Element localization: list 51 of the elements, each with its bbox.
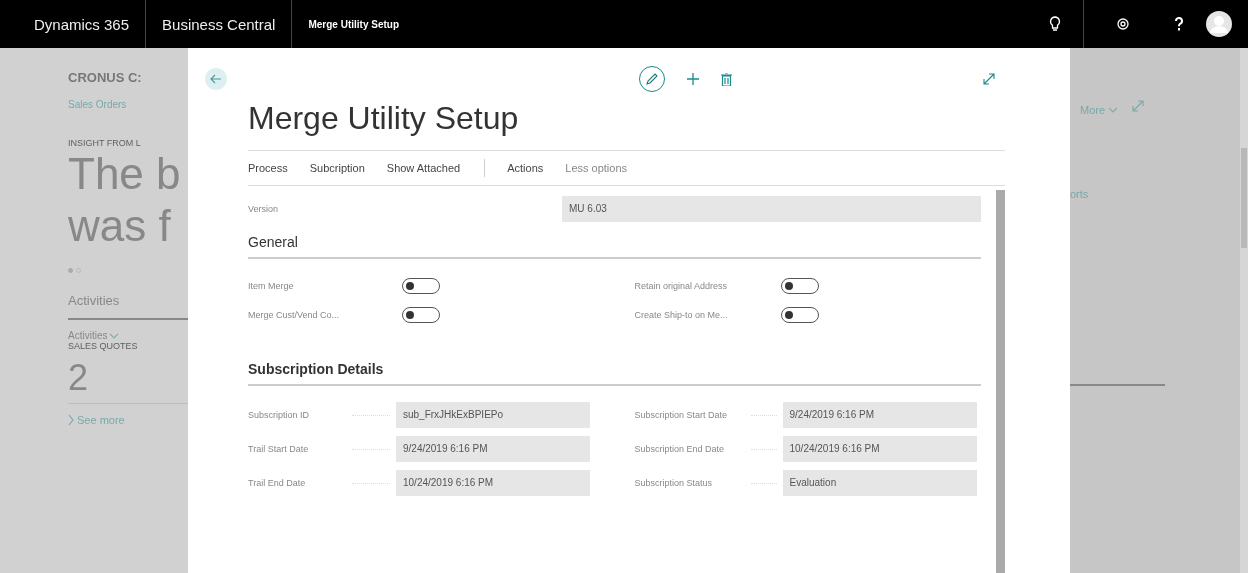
- field-label: Merge Cust/Vend Co...: [248, 309, 341, 320]
- plus-icon[interactable]: [686, 73, 699, 85]
- insight-label: INSIGHT FROM L: [68, 138, 142, 148]
- field-label: Subscription End Date: [634, 444, 726, 454]
- headline-text: was f: [68, 200, 172, 252]
- action-menu[interactable]: Show Attached: [386, 162, 461, 174]
- chevron-down-icon: [1108, 107, 1119, 113]
- avatar-icon: [1206, 11, 1232, 37]
- field-label: Trail End Date: [248, 478, 307, 488]
- scrollbar[interactable]: [996, 190, 1005, 573]
- action-menu[interactable]: Subcription: [309, 162, 365, 174]
- value-field[interactable]: 9/24/2019 6:16 PM: [782, 402, 977, 428]
- section-heading: Subscription Details: [248, 355, 981, 386]
- help-icon: [1174, 16, 1184, 32]
- section-heading: General: [248, 228, 981, 259]
- expand-icon[interactable]: [983, 73, 995, 85]
- action-menu[interactable]: Actions: [507, 162, 544, 174]
- field-label: Subscription ID: [248, 410, 311, 420]
- field-label: Subscription Status: [634, 478, 714, 488]
- company-name: CRONUS C:: [68, 70, 143, 85]
- chevron-right-icon: [68, 414, 74, 426]
- lightbulb-icon: [1049, 16, 1061, 32]
- back-arrow-icon: [210, 74, 222, 84]
- cue-label: SALES QUOTES: [68, 341, 139, 351]
- page-title: Merge Utility Setup: [248, 94, 1005, 151]
- field-label: Retain original Address: [634, 280, 729, 291]
- carousel-dot[interactable]: [68, 268, 73, 273]
- action-menu[interactable]: Process: [248, 162, 288, 174]
- field-label: Subscription Start Date: [634, 410, 729, 420]
- action-menu[interactable]: Less options: [565, 162, 628, 174]
- product-name[interactable]: Dynamics 365: [34, 15, 130, 33]
- scrollbar[interactable]: [1240, 48, 1248, 573]
- field-label: Version: [248, 204, 280, 214]
- app-name[interactable]: Business Central: [162, 15, 276, 33]
- value-field[interactable]: Evaluation: [782, 470, 977, 496]
- field-label: Trail Start Date: [248, 444, 310, 454]
- value-field[interactable]: 10/24/2019 6:16 PM: [396, 470, 590, 496]
- value-field[interactable]: 10/24/2019 6:16 PM: [782, 436, 977, 462]
- settings-icon: [1116, 17, 1130, 31]
- version-field[interactable]: MU 6.03: [562, 196, 981, 222]
- chevron-down-icon: [109, 332, 120, 339]
- page-name: Merge Utility Setup: [308, 18, 399, 30]
- back-button[interactable]: [205, 68, 227, 90]
- field-label: Item Merge: [248, 280, 295, 291]
- headline-text: The b: [68, 148, 182, 200]
- expand-icon: [1132, 100, 1145, 112]
- value-field[interactable]: sub_FrxJHkExBPIEPo: [396, 402, 590, 428]
- value-field[interactable]: 9/24/2019 6:16 PM: [396, 436, 590, 462]
- field-label: Create Ship-to on Me...: [634, 309, 729, 320]
- trash-icon[interactable]: [720, 72, 732, 86]
- pencil-icon: [644, 72, 659, 86]
